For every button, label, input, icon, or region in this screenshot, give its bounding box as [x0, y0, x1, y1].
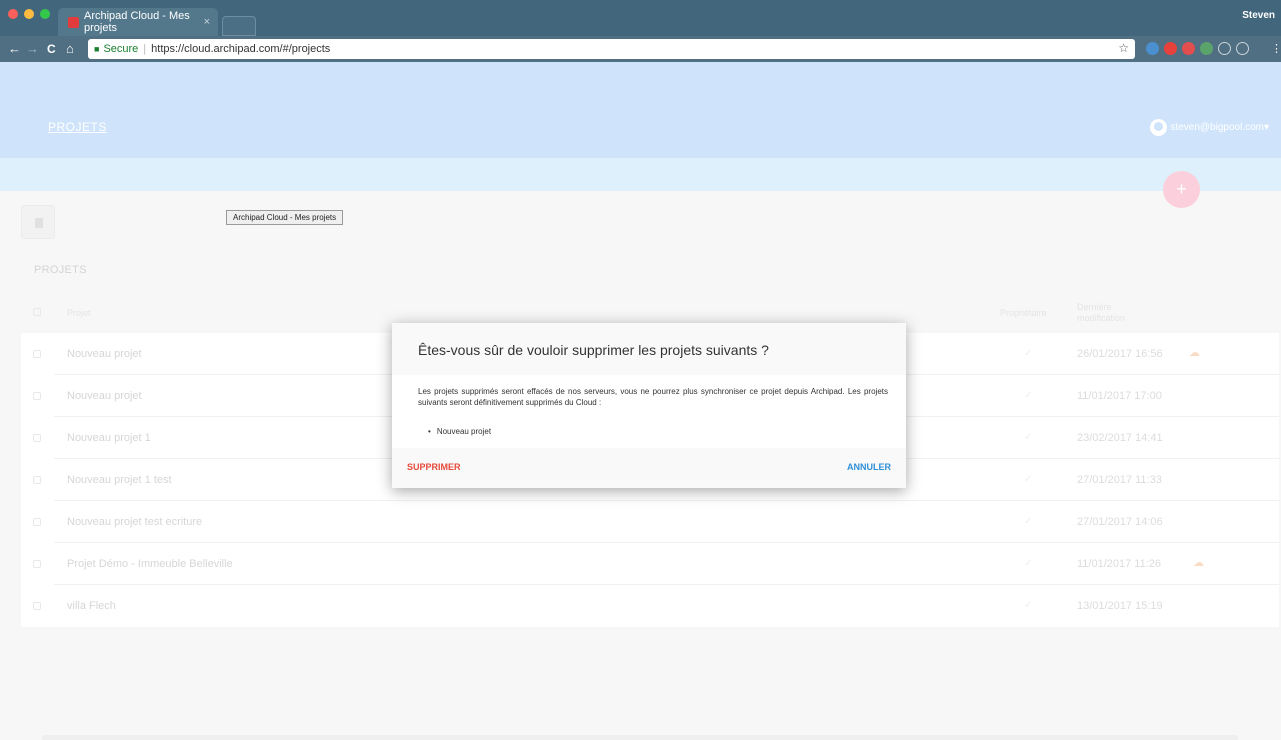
- bottom-panel: [42, 735, 1238, 740]
- account-email: steven@bigpool.com: [1170, 122, 1264, 133]
- url-text[interactable]: https://cloud.archipad.com/#/projects: [151, 43, 330, 55]
- adblock-extension-icon[interactable]: [1182, 42, 1195, 55]
- modified-date: 13/01/2017 15:19: [1077, 600, 1163, 612]
- lock-icon: ■: [94, 44, 100, 54]
- extension-icon[interactable]: [1146, 42, 1159, 55]
- cloud-sync-icon[interactable]: ☁: [1193, 556, 1204, 569]
- row-checkbox[interactable]: [33, 476, 41, 484]
- table-row[interactable]: villa Flech ✓ 13/01/2017 15:19: [21, 585, 1279, 627]
- row-checkbox[interactable]: [33, 392, 41, 400]
- dialog-list-item: Nouveau projet: [428, 427, 491, 436]
- row-checkbox[interactable]: [33, 518, 41, 526]
- section-title: PROJETS: [34, 264, 87, 276]
- home-icon[interactable]: ⌂: [66, 41, 74, 57]
- owner-check-icon: ✓: [1024, 432, 1033, 443]
- project-name[interactable]: Nouveau projet: [67, 390, 142, 402]
- browser-tab-bar: Archipad Cloud - Mes projets × Steven: [0, 0, 1281, 36]
- dialog-header: Êtes-vous sûr de vouloir supprimer les p…: [392, 323, 906, 375]
- project-name[interactable]: Nouveau projet 1: [67, 432, 151, 444]
- owner-check-icon: ✓: [1024, 558, 1033, 569]
- dialog-footer: SUPPRIMER ANNULER: [392, 448, 906, 488]
- minimize-window-icon[interactable]: [24, 9, 34, 19]
- account-menu[interactable]: steven@bigpool.com ▾: [1150, 119, 1269, 136]
- project-name[interactable]: Nouveau projet: [67, 348, 142, 360]
- reload-icon[interactable]: C: [47, 41, 56, 57]
- tab-close-icon[interactable]: ×: [204, 16, 210, 28]
- project-name[interactable]: Nouveau projet 1 test: [67, 474, 172, 486]
- row-checkbox[interactable]: [33, 602, 41, 610]
- owner-check-icon: ✓: [1024, 474, 1033, 485]
- bookmark-star-icon[interactable]: ☆: [1118, 41, 1129, 55]
- modified-date: 26/01/2017 16:56: [1077, 348, 1163, 360]
- delete-projects-button[interactable]: [21, 205, 55, 239]
- dialog-message: Les projets supprimés seront effacés de …: [418, 387, 888, 407]
- back-arrow-icon[interactable]: ←: [8, 41, 21, 57]
- chevron-down-icon: ▾: [1263, 122, 1269, 133]
- delete-confirmation-dialog: Êtes-vous sûr de vouloir supprimer les p…: [392, 323, 906, 488]
- new-tab-button[interactable]: [222, 16, 256, 36]
- modified-date: 11/01/2017 11:26: [1077, 558, 1162, 570]
- table-row[interactable]: Nouveau projet test ecriture ✓ 27/01/201…: [21, 501, 1279, 543]
- modified-date: 23/02/2017 14:41: [1077, 432, 1163, 444]
- blocked-icon[interactable]: [1218, 42, 1231, 55]
- secure-label: Secure: [103, 43, 139, 55]
- tooltip: Archipad Cloud - Mes projets: [226, 210, 344, 225]
- owner-check-icon: ✓: [1024, 600, 1033, 611]
- app-header: PROJETS steven@bigpool.com ▾: [0, 62, 1281, 158]
- row-checkbox[interactable]: [33, 350, 41, 358]
- browser-nav-bar: ← → C ⌂ ■ Secure | https://cloud.archipa…: [0, 36, 1281, 62]
- row-checkbox[interactable]: [33, 560, 41, 568]
- row-checkbox[interactable]: [33, 434, 41, 442]
- owner-check-icon: ✓: [1024, 348, 1033, 359]
- address-separator: |: [143, 43, 147, 55]
- address-bar[interactable]: ■ Secure | https://cloud.archipad.com/#/…: [88, 39, 1135, 59]
- modified-date: 27/01/2017 14:06: [1077, 516, 1163, 528]
- owner-check-icon: ✓: [1024, 516, 1033, 527]
- browser-tab[interactable]: Archipad Cloud - Mes projets ×: [58, 8, 218, 36]
- page-title[interactable]: PROJETS: [48, 120, 107, 134]
- browser-profile-name[interactable]: Steven: [1242, 10, 1275, 21]
- modified-date: 27/01/2017 11:33: [1077, 474, 1162, 486]
- column-header-owner[interactable]: Propriétaire: [1000, 308, 1047, 318]
- column-header-project[interactable]: Projet: [67, 308, 91, 318]
- column-header-modified[interactable]: Dernière modification: [1077, 302, 1157, 324]
- project-name[interactable]: Nouveau projet test ecriture: [67, 516, 202, 528]
- project-name[interactable]: Projet Démo - Immeuble Belleville: [67, 558, 233, 570]
- dialog-title: Êtes-vous sûr de vouloir supprimer les p…: [418, 342, 769, 358]
- avatar-icon: [1150, 119, 1168, 136]
- opera-extension-icon[interactable]: [1164, 42, 1177, 55]
- maximize-window-icon[interactable]: [40, 9, 50, 19]
- trash-icon: [35, 218, 43, 228]
- app-subheader-bar: [0, 158, 1281, 191]
- info-extension-icon[interactable]: [1236, 42, 1249, 55]
- forward-arrow-icon[interactable]: →: [26, 41, 39, 57]
- confirm-delete-button[interactable]: SUPPRIMER: [407, 462, 461, 472]
- tab-title: Archipad Cloud - Mes projets: [84, 10, 190, 34]
- cloud-sync-icon[interactable]: ☁: [1189, 346, 1200, 359]
- cancel-button[interactable]: ANNULER: [847, 462, 891, 472]
- extension-badge-icon[interactable]: [1200, 42, 1213, 55]
- browser-menu-icon[interactable]: ⋮: [1271, 41, 1281, 57]
- owner-check-icon: ✓: [1024, 390, 1033, 401]
- table-row[interactable]: Projet Démo - Immeuble Belleville ✓ 11/0…: [21, 543, 1279, 585]
- close-window-icon[interactable]: [8, 9, 18, 19]
- select-all-checkbox[interactable]: [33, 308, 41, 316]
- add-project-button[interactable]: +: [1163, 171, 1200, 208]
- project-name[interactable]: villa Flech: [67, 600, 116, 612]
- modified-date: 11/01/2017 17:00: [1077, 390, 1162, 402]
- archipad-favicon-icon: [68, 16, 79, 28]
